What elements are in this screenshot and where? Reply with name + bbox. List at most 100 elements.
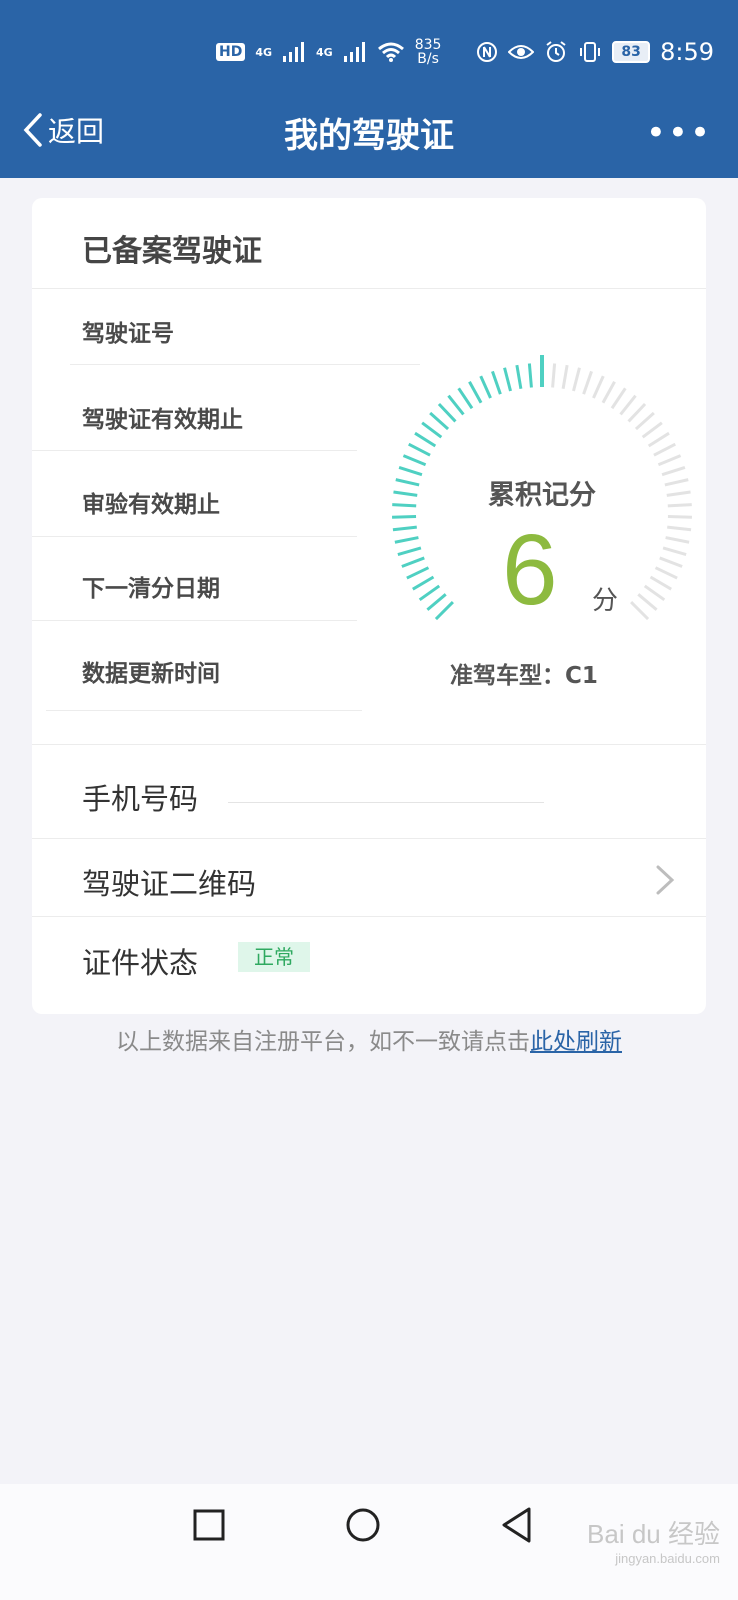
gauge-tick-filled [437, 402, 457, 423]
gauge-tick-empty [643, 584, 666, 602]
gauge-tick-empty [649, 575, 672, 591]
hd-icon: HD [216, 43, 246, 61]
divider [32, 450, 357, 451]
gauge-tick-filled [468, 380, 483, 404]
divider [32, 744, 706, 745]
card-title: 已备案驾驶证 [82, 234, 262, 269]
gauge-tick-empty [619, 394, 637, 416]
gauge-tick-filled [434, 601, 454, 621]
clock: 8:59 [660, 38, 714, 66]
gauge-tick-filled [447, 394, 465, 416]
gauge-tick-empty [601, 380, 616, 404]
net-speed: 835 B/s [415, 38, 442, 66]
signal-4g-label: 4G [255, 45, 273, 59]
gauge-tick-empty [666, 490, 691, 497]
gauge-tick-filled [401, 556, 425, 568]
divider [32, 536, 357, 537]
more-icon[interactable]: ••• [646, 116, 712, 150]
gauge-tick-filled [398, 466, 423, 477]
gauge-tick-empty [667, 525, 692, 532]
gauge-tick-filled [406, 566, 430, 580]
footnote: 以上数据来自注册平台，如不一致请点击此处刷新 [0, 1022, 738, 1056]
gauge-tick-filled [395, 478, 420, 487]
info-license-number: 驾驶证号 [82, 321, 174, 347]
gauge-unit: 分 [592, 586, 619, 616]
footnote-text: 以上数据来自注册平台，如不一致请点击 [116, 1029, 530, 1055]
gauge-tick-filled [479, 375, 492, 399]
license-card: 已备案驾驶证 驾驶证号 驾驶证有效期止 审验有效期止 下一清分日期 数据更新时间… [32, 198, 706, 1014]
divider [70, 364, 420, 365]
divider [46, 710, 362, 711]
gauge-tick-filled [429, 411, 450, 431]
gauge-tick-empty [582, 370, 593, 395]
gauge-tick-empty [561, 364, 569, 390]
back-nav-icon[interactable] [500, 1506, 534, 1544]
gauge-tick-filled [414, 431, 437, 448]
wifi-icon [377, 42, 404, 62]
gauge-tick-empty [659, 556, 683, 568]
gauge-tick-empty [572, 367, 581, 392]
status-badge: 正常 [238, 942, 310, 972]
divider [32, 916, 706, 917]
battery-icon: 83 [612, 41, 651, 63]
qrcode-label: 驾驶证二维码 [82, 867, 257, 901]
gauge-tick-empty [662, 546, 687, 556]
gauge-tick-filled [412, 575, 435, 591]
gauge-tick-empty [634, 411, 655, 431]
gauge-tick-empty [551, 363, 557, 388]
gauge-tick-filled [527, 363, 533, 388]
qrcode-row[interactable]: 驾驶证二维码 [32, 839, 706, 917]
gauge-tick-filled [392, 525, 417, 532]
gauge-tick-empty [610, 387, 627, 410]
signal-bars-icon-2 [343, 42, 365, 62]
gauge-tick-filled [515, 364, 523, 390]
nfc-icon [477, 42, 498, 62]
phone-value-line [228, 802, 544, 803]
signal-4g-label-2: 4G [316, 45, 333, 59]
gauge-tick-empty [654, 566, 678, 580]
gauge-tick-filled [457, 387, 474, 410]
status-left: HD 4G 4G 835 B/s [216, 38, 441, 66]
gauge-tick-empty [665, 536, 690, 544]
divider [32, 620, 357, 621]
gauge-tick-filled [491, 370, 502, 395]
gauge-tick-empty [630, 601, 650, 621]
info-update-time: 数据更新时间 [82, 661, 220, 687]
gauge-tick-empty [667, 503, 692, 508]
page-title: 我的驾驶证 [284, 116, 454, 156]
recent-apps-icon[interactable] [192, 1508, 226, 1542]
gauge-tick-empty [592, 375, 605, 399]
gauge-tick-filled [503, 367, 512, 392]
chevron-right-icon[interactable] [654, 864, 676, 896]
gauge-tick-empty [647, 431, 670, 448]
watermark-url: jingyan.baidu.com [615, 1551, 720, 1566]
gauge-tick-empty [627, 402, 647, 423]
gauge-tick-filled [418, 584, 441, 602]
net-speed-unit: B/s [417, 51, 439, 67]
phone-label: 手机号码 [82, 782, 199, 816]
gauge-tick-empty [661, 466, 686, 477]
gauge-label: 累积记分 [488, 480, 596, 511]
divider [32, 288, 706, 289]
watermark-brand: Bai du 经验 [587, 1519, 720, 1549]
info-review-expiry: 审验有效期止 [82, 492, 220, 518]
net-speed-value: 835 [414, 37, 442, 53]
refresh-link[interactable]: 此处刷新 [530, 1029, 622, 1055]
gauge-tick-filled [408, 442, 431, 457]
alarm-icon [546, 41, 566, 62]
gauge-tick-filled [421, 421, 443, 439]
home-icon[interactable] [344, 1506, 382, 1544]
status-label: 证件状态 [82, 946, 199, 980]
gauge-tick-empty [641, 421, 663, 439]
eye-icon [508, 45, 535, 59]
gauge-tick-filled [394, 536, 419, 544]
gauge-value: 6 [502, 514, 558, 626]
status-bar: HD 4G 4G 835 B/s 83 8:59 [0, 30, 738, 78]
gauge-tick-filled [402, 454, 427, 467]
gauge-tick-empty [667, 515, 692, 519]
gauge-tick-filled [393, 490, 418, 497]
vibrate-icon [580, 42, 601, 62]
gauge-tick-empty [637, 593, 658, 611]
watermark-logo: Bai du 经验 jingyan.baidu.com [587, 1514, 720, 1566]
info-next-clear-date: 下一清分日期 [82, 576, 220, 602]
